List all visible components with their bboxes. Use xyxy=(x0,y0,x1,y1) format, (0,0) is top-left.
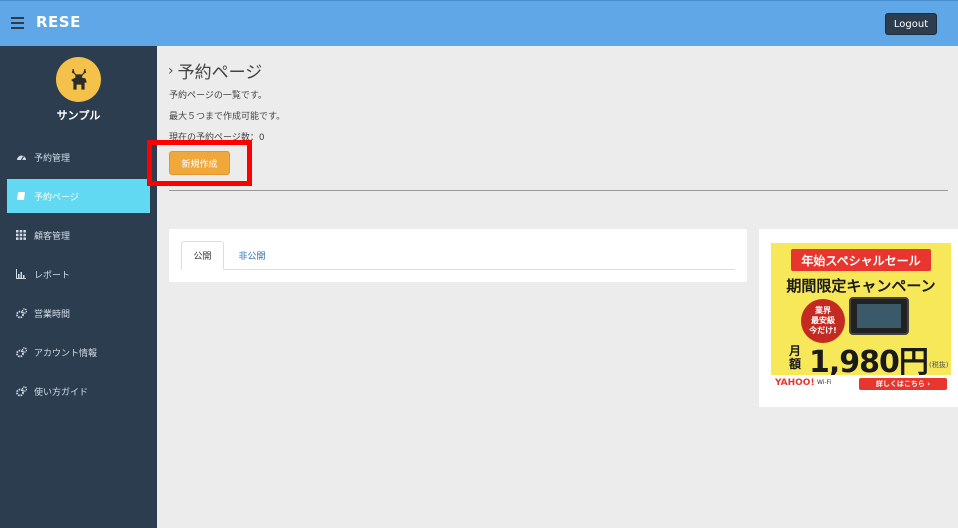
sidebar-item-business-hours[interactable]: 営業時間 xyxy=(7,296,150,330)
sidebar-item-label: 使い方ガイド xyxy=(34,387,89,398)
ad-headline: 期間限定キャンペーン xyxy=(786,277,936,295)
menu-toggle-icon[interactable] xyxy=(11,17,24,29)
ad-banner[interactable]: 年始スペシャルセール 期間限定キャンペーン 業界 最安級 今だけ! 月額 1,9… xyxy=(771,243,951,393)
ad-wifi-label: Wi-Fi xyxy=(817,379,832,386)
grid-icon xyxy=(15,229,27,241)
ad-ribbon: 年始スペシャルセール xyxy=(791,249,931,271)
page-title: › 予約ページ xyxy=(168,58,263,84)
new-create-button[interactable]: 新規作成 xyxy=(169,151,230,175)
tabs-divider xyxy=(181,269,735,270)
divider xyxy=(169,190,948,191)
page-title-text: 予約ページ xyxy=(177,63,263,83)
dashboard-icon xyxy=(15,151,27,163)
chart-icon xyxy=(15,268,27,280)
limit-text: 最大５つまで作成可能です。 xyxy=(169,112,286,122)
avatar xyxy=(56,57,101,102)
tab-private[interactable]: 非公開 xyxy=(231,241,273,270)
sidebar: サンプル 予約管理 予約ページ 顧客管理 レポート 営業時間 アカウント情報 使… xyxy=(0,46,157,528)
brand-logo[interactable]: RESE xyxy=(36,13,81,31)
sidebar-item-report[interactable]: レポート xyxy=(7,257,150,291)
sidebar-item-reservation-management[interactable]: 予約管理 xyxy=(7,140,150,174)
sidebar-item-label: レポート xyxy=(34,270,71,281)
sidebar-item-label: アカウント情報 xyxy=(34,348,98,359)
ad-price-label: 月額 xyxy=(789,344,802,371)
sidebar-item-customer-management[interactable]: 顧客管理 xyxy=(7,218,150,252)
router-image xyxy=(849,297,909,335)
ad-footer: YAHOO! Wi-Fi 詳しくはこちら › xyxy=(771,375,951,393)
ad-cta-button[interactable]: 詳しくはこちら › xyxy=(859,378,947,390)
sidebar-item-label: 予約管理 xyxy=(34,153,71,164)
sidebar-item-label: 予約ページ xyxy=(34,192,79,203)
ad-panel: 年始スペシャルセール 期間限定キャンペーン 業界 最安級 今だけ! 月額 1,9… xyxy=(759,229,958,407)
ad-brand-logo: YAHOO! xyxy=(775,378,815,388)
ad-badge-line: 今だけ! xyxy=(809,326,837,335)
gears-icon xyxy=(15,346,27,358)
sidebar-item-usage-guide[interactable]: 使い方ガイド xyxy=(7,374,150,408)
gears-icon xyxy=(15,385,27,397)
logout-button[interactable]: Logout xyxy=(885,13,937,35)
ad-badge-line: 業界 xyxy=(815,306,831,315)
chevron-right-icon: › xyxy=(168,62,174,79)
sidebar-item-label: 顧客管理 xyxy=(34,231,71,242)
sidebar-item-label: 営業時間 xyxy=(34,309,71,320)
sidebar-item-account-info[interactable]: アカウント情報 xyxy=(7,335,150,369)
top-navbar: RESE Logout xyxy=(0,0,958,46)
tabs-panel: 公開 非公開 xyxy=(169,229,747,282)
ad-tax: (税抜) xyxy=(929,361,949,369)
tab-public[interactable]: 公開 xyxy=(181,241,224,270)
main-content: › 予約ページ 予約ページの一覧です。 最大５つまで作成可能です。 現在の予約ペ… xyxy=(147,46,958,528)
ad-badge-line: 最安級 xyxy=(811,316,835,325)
description-text: 予約ページの一覧です。 xyxy=(169,91,267,101)
book-icon xyxy=(15,190,27,202)
gears-icon xyxy=(15,307,27,319)
user-name: サンプル xyxy=(56,109,101,122)
deer-icon xyxy=(70,68,87,90)
sidebar-item-reservation-page[interactable]: 予約ページ xyxy=(7,179,150,213)
